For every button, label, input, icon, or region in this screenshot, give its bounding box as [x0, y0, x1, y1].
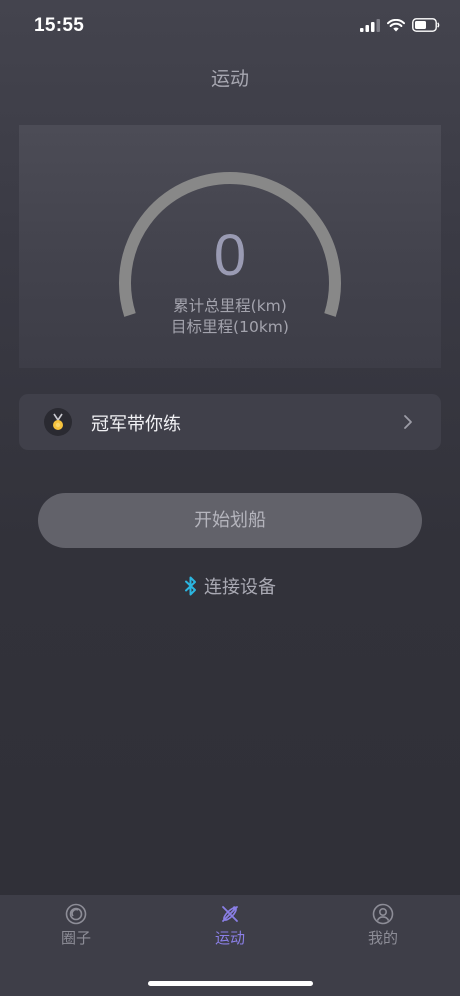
champion-training-label: 冠军带你练 — [91, 414, 181, 435]
signal-icon — [360, 18, 380, 32]
tab-circle[interactable]: 圈子 — [26, 903, 126, 948]
bluetooth-icon — [185, 576, 196, 596]
wifi-icon — [387, 18, 405, 31]
total-mileage-label: 累计总里程(km) — [173, 297, 287, 315]
tab-sport-label: 运动 — [214, 929, 245, 947]
rowing-icon — [222, 906, 238, 922]
target-mileage-label: 目标里程(10km) — [171, 318, 289, 336]
home-indicator[interactable] — [148, 981, 313, 986]
mileage-gauge-panel: 0 累计总里程(km) 目标里程(10km) — [19, 125, 441, 368]
status-time: 15:55 — [34, 15, 85, 36]
medal-icon — [44, 408, 72, 436]
tab-circle-label: 圈子 — [60, 929, 91, 947]
status-icons — [360, 18, 440, 32]
chevron-right-icon — [404, 415, 412, 429]
circle-icon — [65, 903, 87, 925]
status-bar: 15:55 — [0, 0, 460, 56]
start-rowing-button[interactable]: 开始划船 — [38, 493, 422, 548]
page-title: 运动 — [210, 68, 249, 90]
battery-icon — [412, 18, 440, 32]
tab-sport[interactable]: 运动 — [180, 903, 280, 948]
tab-mine-label: 我的 — [367, 929, 398, 947]
tab-mine[interactable]: 我的 — [333, 903, 433, 948]
connect-device-label: 连接设备 — [204, 577, 276, 598]
total-mileage-value: 0 — [213, 223, 247, 288]
champion-training-card[interactable]: 冠军带你练 — [19, 394, 441, 450]
connect-device-button[interactable]: 连接设备 — [0, 573, 460, 599]
profile-icon — [372, 903, 394, 925]
